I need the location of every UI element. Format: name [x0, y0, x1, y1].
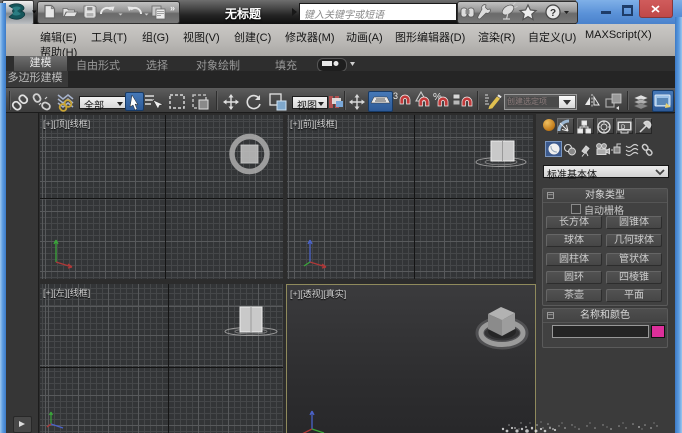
svg-text:D: D: [621, 125, 626, 131]
svg-text:3: 3: [393, 91, 398, 101]
svg-text:?: ?: [550, 8, 556, 19]
